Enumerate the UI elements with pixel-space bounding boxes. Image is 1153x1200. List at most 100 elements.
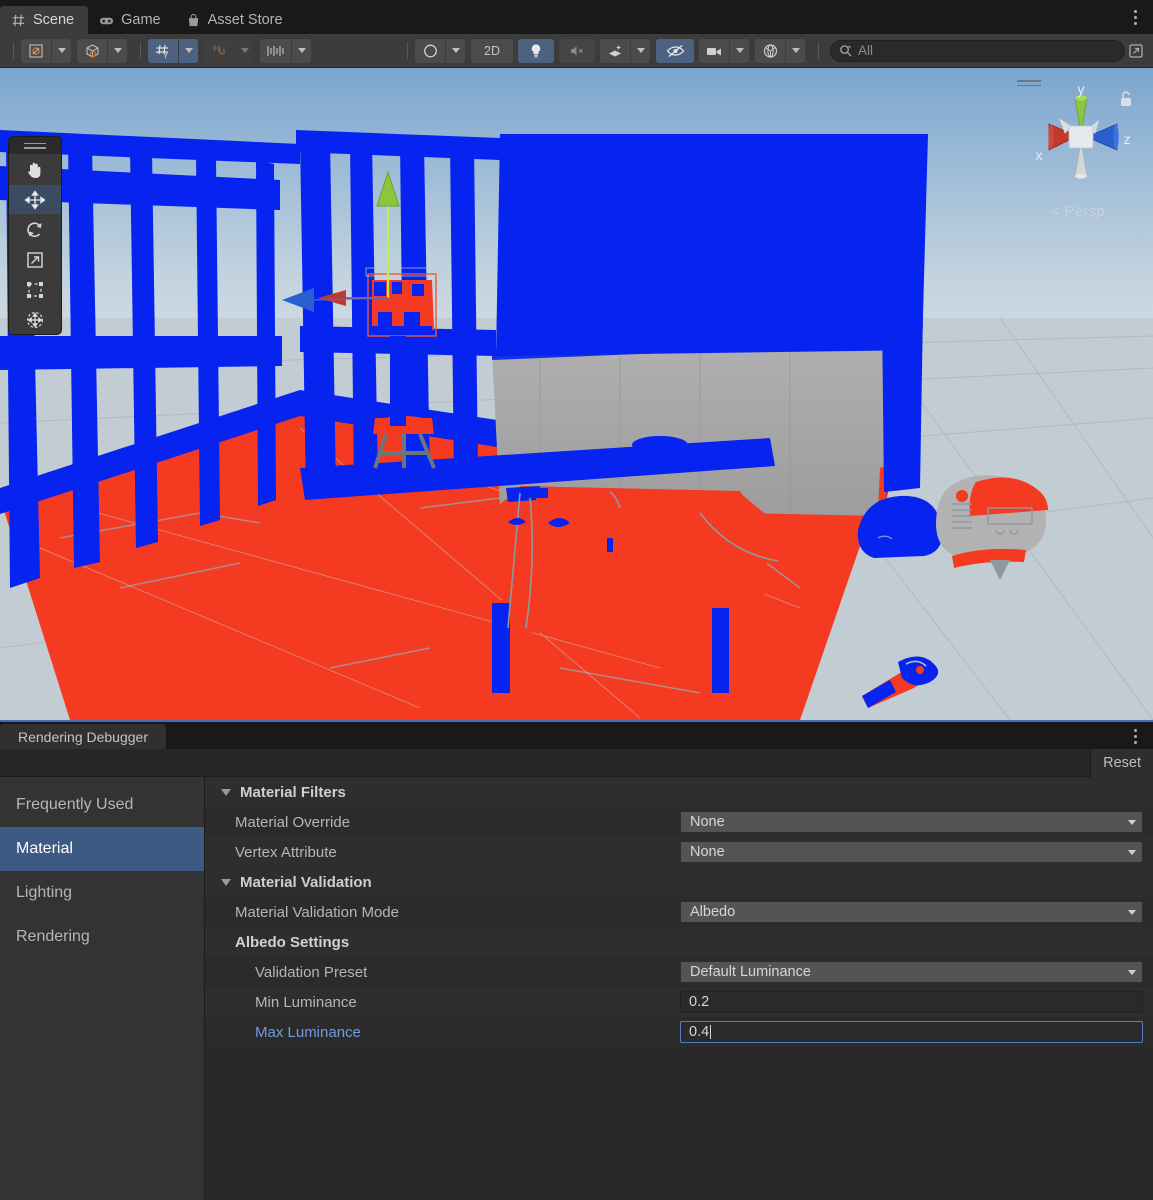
gizmo-drag-handle[interactable] xyxy=(1017,80,1041,86)
validation-preset-dropdown[interactable]: Default Luminance xyxy=(680,961,1143,983)
view-2d-button[interactable]: 2D xyxy=(471,38,513,63)
material-validation-mode-dropdown[interactable]: Albedo xyxy=(680,901,1143,923)
row-min-luminance: Min Luminance 0.2 xyxy=(205,987,1153,1017)
gizmos-dropdown[interactable] xyxy=(786,38,805,63)
chevron-down-icon xyxy=(297,48,306,53)
svg-text:Y: Y xyxy=(163,51,169,59)
grid-snap-group: Y xyxy=(148,38,199,63)
grid-snap-dropdown[interactable] xyxy=(179,38,198,63)
orientation-gizmo[interactable]: y x z < Persp xyxy=(1013,76,1143,226)
hidden-objects-button[interactable] xyxy=(656,38,694,63)
transform-icon xyxy=(26,311,44,328)
material-validation-mode-label: Material Validation Mode xyxy=(235,903,399,921)
effects-group xyxy=(600,38,651,63)
debugger-sidebar: Frequently Used Material Lighting Render… xyxy=(0,777,205,1200)
camera-button[interactable] xyxy=(699,38,729,63)
row-material-override: Material Override None xyxy=(205,807,1153,837)
audio-mute-icon xyxy=(570,45,583,56)
effects-dropdown[interactable] xyxy=(631,38,650,63)
projection-label[interactable]: < Persp xyxy=(1013,203,1143,220)
magnet-snap-dropdown[interactable] xyxy=(235,38,254,63)
chevron-down-icon xyxy=(1128,909,1136,915)
shading-mode-dropdown[interactable] xyxy=(446,38,465,63)
chevron-down-icon xyxy=(451,48,460,53)
sidebar-item-lighting[interactable]: Lighting xyxy=(0,871,204,915)
increment-snap-dropdown[interactable] xyxy=(292,38,311,63)
pivot-rotation-button[interactable] xyxy=(77,38,107,63)
toolbar-divider xyxy=(13,42,14,59)
fx-sparkle-icon xyxy=(608,44,621,56)
toolbar-divider xyxy=(140,42,141,59)
rotate-tool[interactable] xyxy=(9,214,61,244)
max-luminance-value: 0.4 xyxy=(689,1024,710,1040)
reset-button[interactable]: Reset xyxy=(1090,748,1153,777)
tab-scene[interactable]: Scene xyxy=(0,6,89,34)
audio-mute-button[interactable] xyxy=(559,38,595,63)
grid-icon xyxy=(12,14,25,26)
shading-mode-group xyxy=(415,38,466,63)
pivot-mode-group xyxy=(21,38,72,63)
magnet-snap-button[interactable] xyxy=(204,38,234,63)
effects-button[interactable] xyxy=(600,38,630,63)
tab-rendering-debugger[interactable]: Rendering Debugger xyxy=(0,724,166,749)
camera-dropdown[interactable] xyxy=(730,38,749,63)
pivot-mode-dropdown[interactable] xyxy=(52,38,71,63)
debugger-kebab-menu-icon[interactable] xyxy=(1127,727,1143,745)
scene-lighting-button[interactable] xyxy=(518,38,554,63)
editor-tab-bar: Scene Game Asset Store xyxy=(0,0,1153,34)
tools-drag-handle[interactable] xyxy=(9,137,61,154)
row-validation-preset: Validation Preset Default Luminance xyxy=(205,957,1153,987)
svg-text:z: z xyxy=(1124,131,1131,147)
material-validation-mode-value: Albedo xyxy=(690,904,736,920)
max-luminance-input[interactable]: 0.4 xyxy=(680,1021,1143,1043)
tab-game[interactable]: Game xyxy=(88,6,175,34)
pivot-center-icon xyxy=(29,43,43,58)
scale-tool[interactable] xyxy=(9,244,61,274)
sidebar-item-frequently-used[interactable]: Frequently Used xyxy=(0,783,204,827)
rect-tool[interactable] xyxy=(9,274,61,304)
text-cursor xyxy=(710,1025,712,1039)
albedo-settings-label: Albedo Settings xyxy=(235,933,350,951)
move-tool[interactable] xyxy=(9,184,61,214)
transform-tool[interactable] xyxy=(9,304,61,334)
material-override-dropdown[interactable]: None xyxy=(680,811,1143,833)
grid-snap-button[interactable]: Y xyxy=(148,38,178,63)
chevron-down-icon xyxy=(1128,819,1136,825)
toolbar-divider xyxy=(407,42,408,59)
increment-snap-button[interactable] xyxy=(260,38,291,63)
shading-mode-button[interactable] xyxy=(415,38,445,63)
vertex-attribute-dropdown[interactable]: None xyxy=(680,841,1143,863)
section-header-material-validation[interactable]: Material Validation xyxy=(205,867,1153,897)
min-luminance-input[interactable]: 0.2 xyxy=(680,991,1143,1013)
scene-view[interactable]: y x z < Persp xyxy=(0,68,1153,720)
pivot-global-icon xyxy=(85,43,99,58)
search-icon xyxy=(840,45,852,57)
scene-search-bar[interactable] xyxy=(830,39,1125,62)
sidebar-item-rendering[interactable]: Rendering xyxy=(0,915,204,959)
search-input[interactable] xyxy=(858,43,1116,58)
gizmos-button[interactable] xyxy=(755,38,785,63)
section-header-material-filters[interactable]: Material Filters xyxy=(205,777,1153,807)
tab-asset-store[interactable]: Asset Store xyxy=(175,6,297,34)
scene-toolbar: Y 2D All xyxy=(0,34,1153,68)
hand-icon xyxy=(28,162,41,178)
magnet-snap-icon xyxy=(211,44,225,55)
tab-rendering-debugger-label: Rendering Debugger xyxy=(18,728,148,745)
sidebar-item-label: Frequently Used xyxy=(16,796,134,813)
grid-snap-icon: Y xyxy=(155,44,169,59)
triangle-down-icon xyxy=(221,878,231,886)
lightbulb-icon xyxy=(531,43,541,57)
pivot-rotation-dropdown[interactable] xyxy=(108,38,127,63)
expand-panel-button[interactable] xyxy=(1125,40,1147,62)
kebab-menu-icon[interactable] xyxy=(1127,8,1143,26)
scale-icon xyxy=(27,251,43,268)
scene-tools-overlay[interactable] xyxy=(8,136,62,335)
hand-tool[interactable] xyxy=(9,154,61,184)
tab-asset-store-label: Asset Store xyxy=(207,12,283,28)
sidebar-item-material[interactable]: Material xyxy=(0,827,204,871)
shopping-bag-icon xyxy=(188,13,198,26)
chevron-down-icon xyxy=(1128,849,1136,855)
move-arrows-icon xyxy=(24,189,46,210)
pivot-center-button[interactable] xyxy=(21,38,51,63)
camera-icon xyxy=(707,47,721,55)
